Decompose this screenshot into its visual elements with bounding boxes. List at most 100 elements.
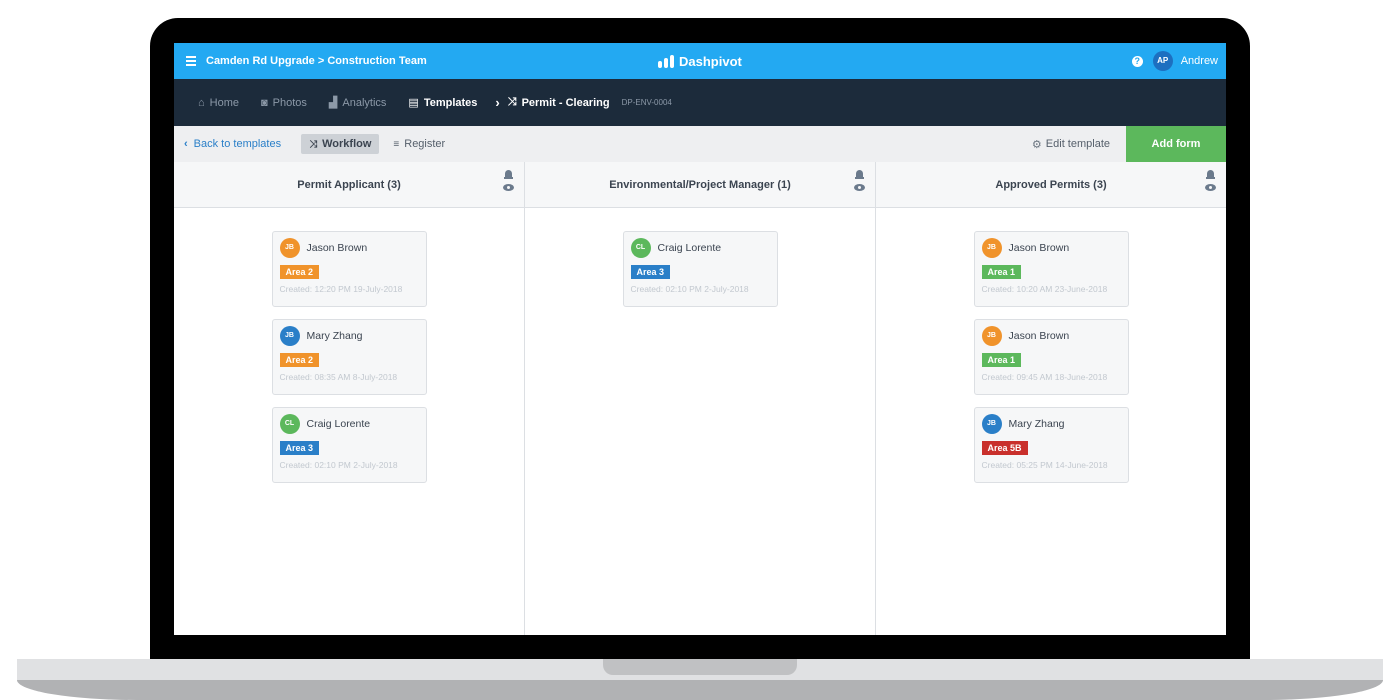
nav-analytics-label: Analytics [342,96,387,109]
form-card[interactable]: CL Craig Lorente Area 3 Created: 02:10 PM 2… [271,407,427,483]
avatar: JB [981,326,1002,346]
column-title: Environmental/Project Manager (1) [609,178,791,191]
card-header: CL Craig Lorente [279,414,419,434]
card-header: JB Jason Brown [981,238,1121,258]
app-screen: Camden Rd Upgrade > Construction Team Da… [174,43,1226,635]
created-date: Created: 02:10 PM 2-July-2018 [630,284,749,294]
created-date: Created: 08:35 AM 8-July-2018 [279,372,398,382]
user-avatar[interactable]: AP [1152,51,1173,71]
avatar: JB [981,414,1002,434]
toolbar: ‹ Back to templates ⤨ Workflow ≡ Registe… [174,126,1226,162]
card-name: Craig Lorente [657,242,722,254]
register-tab[interactable]: ≡ Register [385,134,453,154]
area-tag: Area 2 [279,353,320,367]
bell-icon[interactable] [1206,170,1215,180]
card-header: JB Mary Zhang [279,326,419,346]
list-icon: ≡ [393,138,400,150]
column-header: Permit Applicant (3) [174,162,524,208]
form-card[interactable]: JB Jason Brown Area 2 Created: 12:20 PM 19-… [271,231,427,307]
file-icon: ▤ [408,97,419,109]
back-to-templates-link[interactable]: ‹ Back to templates [184,138,281,150]
nav-home-label: Home [209,96,239,109]
user-area: ? AP Andrew [1131,43,1218,79]
card-name: Mary Zhang [306,330,363,342]
form-card[interactable]: JB Jason Brown Area 1 Created: 10:20 AM 23-… [973,231,1129,307]
eye-icon[interactable] [1205,184,1216,191]
eye-icon[interactable] [854,184,865,191]
area-tag: Area 3 [630,265,671,279]
project-breadcrumb[interactable]: Camden Rd Upgrade > Construction Team [206,55,427,67]
column-title: Approved Permits (3) [995,178,1107,191]
bell-icon[interactable] [504,170,513,180]
created-date: Created: 05:25 PM 14-June-2018 [981,460,1108,470]
form-card[interactable]: JB Jason Brown Area 1 Created: 09:45 AM 18-… [973,319,1129,395]
chevron-right-icon: › [495,95,500,110]
nav-analytics[interactable]: ▟ Analytics [328,96,387,110]
form-card[interactable]: JB Mary Zhang Area 2 Created: 08:35 AM 8-Ju… [271,319,427,395]
column-header: Approved Permits (3) [876,162,1226,208]
column-environmental-manager: Environmental/Project Manager (1) CL Crai… [525,162,876,635]
form-card[interactable]: CL Craig Lorente Area 3 Created: 02:10 PM 2… [622,231,778,307]
back-label: Back to templates [193,138,282,150]
register-label: Register [404,138,446,150]
nav-templates[interactable]: ▤ Templates [408,96,478,110]
column-title: Permit Applicant (3) [297,178,401,191]
card-list: CL Craig Lorente Area 3 Created: 02:10 PM 2… [525,208,875,307]
card-name: Mary Zhang [1008,418,1065,430]
card-header: CL Craig Lorente [630,238,770,258]
created-date: Created: 10:20 AM 23-June-2018 [981,284,1108,294]
created-date: Created: 09:45 AM 18-June-2018 [981,372,1108,382]
laptop-base-bottom [17,680,1383,700]
column-header: Environmental/Project Manager (1) [525,162,875,208]
edit-template-button[interactable]: ⚙ Edit template [1032,126,1110,162]
area-tag: Area 5B [981,441,1028,455]
workflow-tab[interactable]: ⤨ Workflow [301,134,380,154]
card-name: Craig Lorente [306,418,371,430]
chart-icon: ▟ [328,97,338,109]
card-name: Jason Brown [306,242,368,254]
card-list: JB Jason Brown Area 1 Created: 10:20 AM 23-… [876,208,1226,483]
shuffle-icon: ⤨ [309,138,318,150]
current-template-label: Permit - Clearing [521,96,610,109]
add-form-button[interactable]: Add form [1126,126,1226,162]
nav-home[interactable]: ⌂ Home [198,97,239,109]
column-approved-permits: Approved Permits (3) JB Jason Brown Area 1… [876,162,1226,635]
avatar: CL [630,238,651,258]
card-header: JB Jason Brown [981,326,1121,346]
avatar: CL [279,414,300,434]
main-nav: ⌂ Home ◙ Photos ▟ Analytics ▤ Templates … [174,79,1226,126]
card-name: Jason Brown [1008,242,1070,254]
brand-name: Dashpivot [679,53,742,69]
area-tag: Area 2 [279,265,320,279]
nav-current-template: ⤨ Permit - Clearing [508,96,610,109]
eye-icon[interactable] [503,184,514,191]
camera-icon: ◙ [261,96,268,109]
card-header: JB Mary Zhang [981,414,1121,434]
home-icon: ⌂ [198,96,205,109]
column-permit-applicant: Permit Applicant (3) JB Jason Brown Area 2… [174,162,525,635]
form-card[interactable]: JB Mary Zhang Area 5B Created: 05:25 PM 14-… [973,407,1129,483]
chevron-left-icon: ‹ [184,138,188,150]
card-header: JB Jason Brown [279,238,419,258]
bell-icon[interactable] [855,170,864,180]
gear-icon: ⚙ [1031,138,1042,151]
dashpivot-logo-icon [658,54,674,68]
user-name[interactable]: Andrew [1181,55,1218,67]
nav-photos[interactable]: ◙ Photos [261,97,307,109]
avatar: JB [981,238,1002,258]
hamburger-menu-icon[interactable] [186,54,196,68]
area-tag: Area 1 [981,265,1022,279]
created-date: Created: 02:10 PM 2-July-2018 [279,460,398,470]
card-list: JB Jason Brown Area 2 Created: 12:20 PM 19-… [174,208,524,483]
template-code: DP-ENV-0004 [621,98,672,107]
area-tag: Area 1 [981,353,1022,367]
avatar: JB [279,326,300,346]
nav-templates-label: Templates [423,96,478,109]
created-date: Created: 12:20 PM 19-July-2018 [279,284,403,294]
brand-logo[interactable]: Dashpivot [658,43,742,79]
nav-photos-label: Photos [272,96,307,109]
avatar: JB [279,238,300,258]
help-icon[interactable]: ? [1131,55,1143,67]
card-name: Jason Brown [1008,330,1070,342]
workflow-label: Workflow [322,138,372,150]
